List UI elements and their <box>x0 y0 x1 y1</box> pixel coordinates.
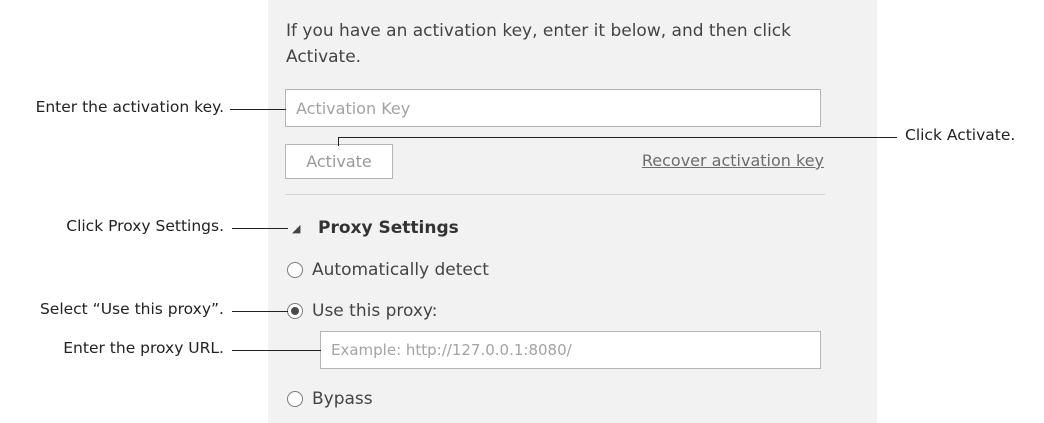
callout-leader-line <box>338 137 897 138</box>
callout-leader-line <box>232 228 288 229</box>
radio-button-icon <box>287 391 303 407</box>
callout-enter-activation-key: Enter the activation key. <box>35 98 224 116</box>
callout-click-proxy-settings: Click Proxy Settings. <box>66 217 224 235</box>
callout-enter-proxy-url: Enter the proxy URL. <box>63 339 224 357</box>
expand-triangle-icon: ◢ <box>292 221 301 235</box>
proxy-settings-title: Proxy Settings <box>318 218 459 238</box>
callout-leader-line <box>232 350 321 351</box>
radio-button-selected-icon <box>287 303 303 319</box>
proxy-url-input[interactable] <box>320 331 821 369</box>
section-divider <box>285 194 825 195</box>
radio-bypass[interactable]: Bypass <box>287 388 373 410</box>
radio-automatically-detect[interactable]: Automatically detect <box>287 259 489 281</box>
recover-activation-key-link[interactable]: Recover activation key <box>642 151 824 170</box>
callout-leader-line <box>232 311 288 312</box>
callout-leader-line <box>338 137 339 146</box>
radio-label: Bypass <box>312 389 373 409</box>
callout-click-activate: Click Activate. <box>905 126 1016 144</box>
radio-button-icon <box>287 262 303 278</box>
radio-label: Use this proxy: <box>312 301 438 321</box>
activation-key-input[interactable] <box>285 89 821 127</box>
radio-label: Automatically detect <box>312 260 489 280</box>
activate-button[interactable]: Activate <box>285 144 393 179</box>
callout-leader-line <box>230 109 286 110</box>
callout-select-use-proxy: Select “Use this proxy”. <box>39 300 224 318</box>
proxy-settings-toggle[interactable]: ◢ Proxy Settings <box>292 217 459 239</box>
activation-instructions: If you have an activation key, enter it … <box>286 21 791 67</box>
radio-use-this-proxy[interactable]: Use this proxy: <box>287 300 437 322</box>
